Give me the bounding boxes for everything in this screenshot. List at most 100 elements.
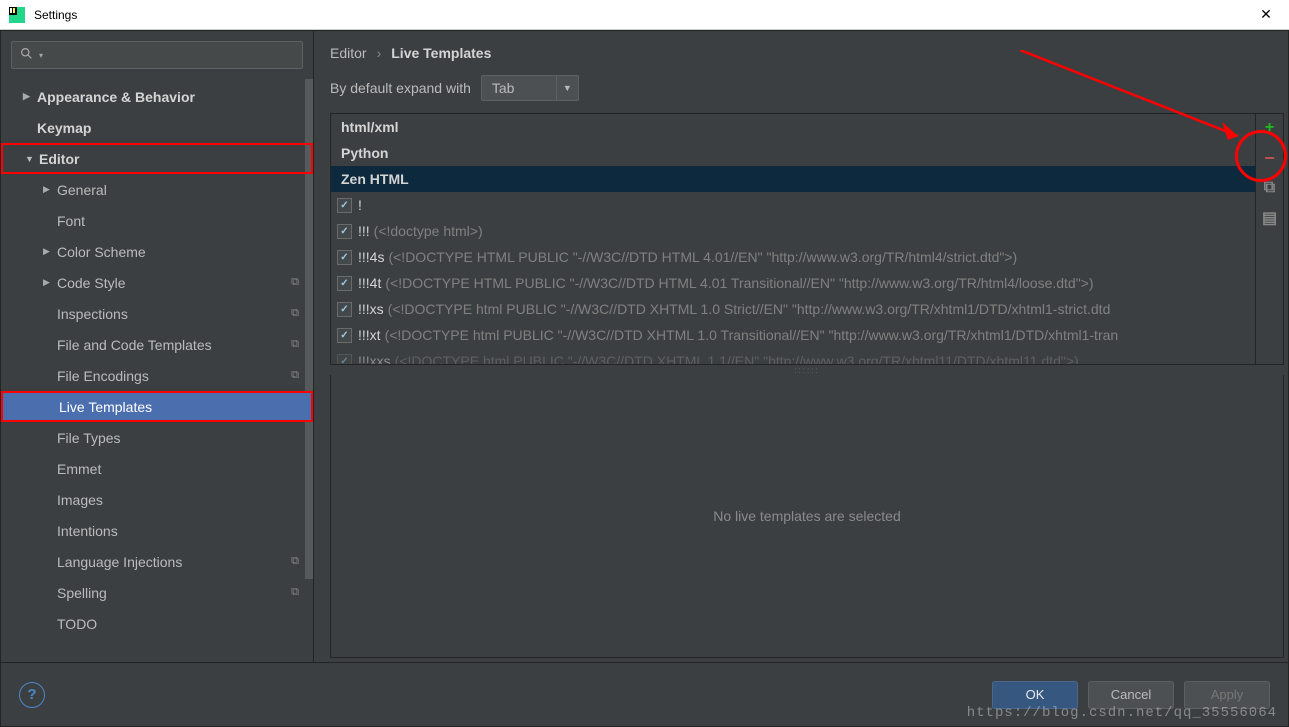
tree-item-editor[interactable]: ▼Editor [1, 143, 313, 174]
tree-item-general[interactable]: ▶General [1, 174, 313, 205]
template-abbr: !!!xt [358, 327, 381, 343]
breadcrumb-separator: › [377, 45, 382, 61]
templates-list-container: html/xmlPythonZen HTML✓!✓!!!(<!doctype h… [330, 113, 1284, 365]
tree-item-label: Live Templates [59, 399, 311, 415]
template-checkbox[interactable]: ✓ [337, 198, 352, 213]
template-group[interactable]: html/xml [331, 114, 1255, 140]
tree-item-spelling[interactable]: Spelling⧉ [1, 577, 313, 608]
template-desc: (<!DOCTYPE HTML PUBLIC "-//W3C//DTD HTML… [388, 249, 1017, 265]
tree-item-label: Keymap [37, 120, 313, 136]
tree-item-label: Font [57, 213, 313, 229]
add-button[interactable]: + [1258, 116, 1282, 140]
template-checkbox[interactable]: ✓ [337, 276, 352, 291]
expand-with-label: By default expand with [330, 80, 471, 96]
tree-item-emmet[interactable]: Emmet [1, 453, 313, 484]
template-group-label: Python [337, 145, 388, 161]
template-desc: (<!doctype html>) [374, 223, 483, 239]
tree-item-language-injections[interactable]: Language Injections⧉ [1, 546, 313, 577]
help-button[interactable]: ? [19, 682, 45, 708]
template-group-label: html/xml [337, 119, 399, 135]
copy-button[interactable]: ⧉ [1258, 176, 1282, 200]
template-checkbox[interactable]: ✓ [337, 302, 352, 317]
tree-item-label: Code Style [57, 275, 291, 291]
template-checkbox[interactable]: ✓ [337, 328, 352, 343]
tree-item-label: File Encodings [57, 368, 291, 384]
templates-list[interactable]: html/xmlPythonZen HTML✓!✓!!!(<!doctype h… [331, 114, 1255, 364]
close-button[interactable]: ✕ [1243, 0, 1289, 30]
cancel-button[interactable]: Cancel [1088, 681, 1174, 709]
template-abbr: !!!xs [358, 301, 384, 317]
template-item[interactable]: ✓ !!!4t(<!DOCTYPE HTML PUBLIC "-//W3C//DT… [331, 270, 1255, 296]
template-desc: (<!DOCTYPE html PUBLIC "-//W3C//DTD XHTM… [388, 301, 1111, 317]
tree-item-live-templates[interactable]: Live Templates [1, 391, 313, 422]
tree-item-appearance-behavior[interactable]: ▶Appearance & Behavior [1, 81, 313, 112]
tree-item-label: Emmet [57, 461, 313, 477]
settings-tree[interactable]: ▶Appearance & BehaviorKeymap▼Editor▶Gene… [1, 79, 313, 662]
tree-item-file-types[interactable]: File Types [1, 422, 313, 453]
breadcrumb-root[interactable]: Editor [330, 45, 367, 61]
breadcrumb: Editor › Live Templates [314, 31, 1288, 75]
template-checkbox[interactable]: ✓ [337, 224, 352, 239]
tree-item-label: Editor [39, 151, 311, 167]
tree-item-file-and-code-templates[interactable]: File and Code Templates⧉ [1, 329, 313, 360]
template-abbr: !!! [358, 223, 370, 239]
tree-item-label: TODO [57, 616, 313, 632]
tree-arrow-icon: ▶ [43, 246, 57, 257]
apply-button[interactable]: Apply [1184, 681, 1270, 709]
expand-with-row: By default expand with Tab ▼ [314, 75, 1288, 113]
list-toolbar: + − ⧉ ▤ [1255, 114, 1283, 364]
profile-icon: ⧉ [291, 307, 299, 320]
tree-item-label: Inspections [57, 306, 291, 322]
search-input[interactable]: ▾ [11, 41, 303, 69]
tree-item-font[interactable]: Font [1, 205, 313, 236]
template-abbr: !!!4s [358, 249, 384, 265]
window-title: Settings [34, 8, 77, 22]
template-item[interactable]: ✓ !!!xs(<!DOCTYPE html PUBLIC "-//W3C//DT… [331, 296, 1255, 322]
resize-grip[interactable]: :::::: [330, 365, 1284, 375]
tree-item-label: Color Scheme [57, 244, 313, 260]
expand-with-value: Tab [482, 80, 556, 96]
settings-button[interactable]: ▤ [1258, 206, 1282, 230]
template-item[interactable]: ✓!!! (<!doctype html>) [331, 218, 1255, 244]
tree-item-code-style[interactable]: ▶Code Style⧉ [1, 267, 313, 298]
template-desc: (<!DOCTYPE HTML PUBLIC "-//W3C//DTD HTML… [385, 275, 1093, 291]
remove-button[interactable]: − [1258, 146, 1282, 170]
tree-item-label: Images [57, 492, 313, 508]
tree-item-images[interactable]: Images [1, 484, 313, 515]
tree-arrow-icon: ▶ [43, 277, 57, 288]
sidebar: ▾ ▶Appearance & BehaviorKeymap▼Editor▶Ge… [1, 31, 314, 662]
expand-with-select[interactable]: Tab ▼ [481, 75, 579, 101]
tree-item-label: File and Code Templates [57, 337, 291, 353]
profile-icon: ⧉ [291, 555, 299, 568]
breadcrumb-current: Live Templates [391, 45, 491, 61]
tree-item-label: Language Injections [57, 554, 291, 570]
template-item[interactable]: ✓!!!xt(<!DOCTYPE html PUBLIC "-//W3C//DT… [331, 322, 1255, 348]
template-item[interactable]: ✓! [331, 192, 1255, 218]
template-checkbox[interactable]: ✓ [337, 250, 352, 265]
tree-item-label: Appearance & Behavior [37, 89, 313, 105]
tree-item-label: Spelling [57, 585, 291, 601]
tree-item-file-encodings[interactable]: File Encodings⧉ [1, 360, 313, 391]
content: ▾ ▶Appearance & BehaviorKeymap▼Editor▶Ge… [0, 30, 1289, 662]
profile-icon: ⧉ [291, 586, 299, 599]
profile-icon: ⧉ [291, 369, 299, 382]
template-item[interactable]: ✓!!!xxs(<!DOCTYPE html PUBLIC "-//W3C//D… [331, 348, 1255, 364]
template-group[interactable]: Python [331, 140, 1255, 166]
template-abbr: !!!4t [358, 275, 381, 291]
panel-body: html/xmlPythonZen HTML✓!✓!!!(<!doctype h… [330, 113, 1284, 658]
tree-item-keymap[interactable]: Keymap [1, 112, 313, 143]
tree-arrow-icon: ▶ [43, 184, 57, 195]
search-dropdown-icon: ▾ [39, 51, 43, 60]
template-item[interactable]: ✓ !!!4s(<!DOCTYPE HTML PUBLIC "-//W3C//DT… [331, 244, 1255, 270]
tree-item-intentions[interactable]: Intentions [1, 515, 313, 546]
ok-button[interactable]: OK [992, 681, 1078, 709]
tree-item-label: General [57, 182, 313, 198]
tree-item-todo[interactable]: TODO [1, 608, 313, 639]
template-abbr: ! [358, 197, 362, 213]
tree-item-inspections[interactable]: Inspections⧉ [1, 298, 313, 329]
template-group-label: Zen HTML [337, 171, 409, 187]
tree-item-color-scheme[interactable]: ▶Color Scheme [1, 236, 313, 267]
template-group[interactable]: Zen HTML [331, 166, 1255, 192]
search-icon [20, 47, 33, 63]
template-checkbox[interactable]: ✓ [337, 354, 352, 365]
